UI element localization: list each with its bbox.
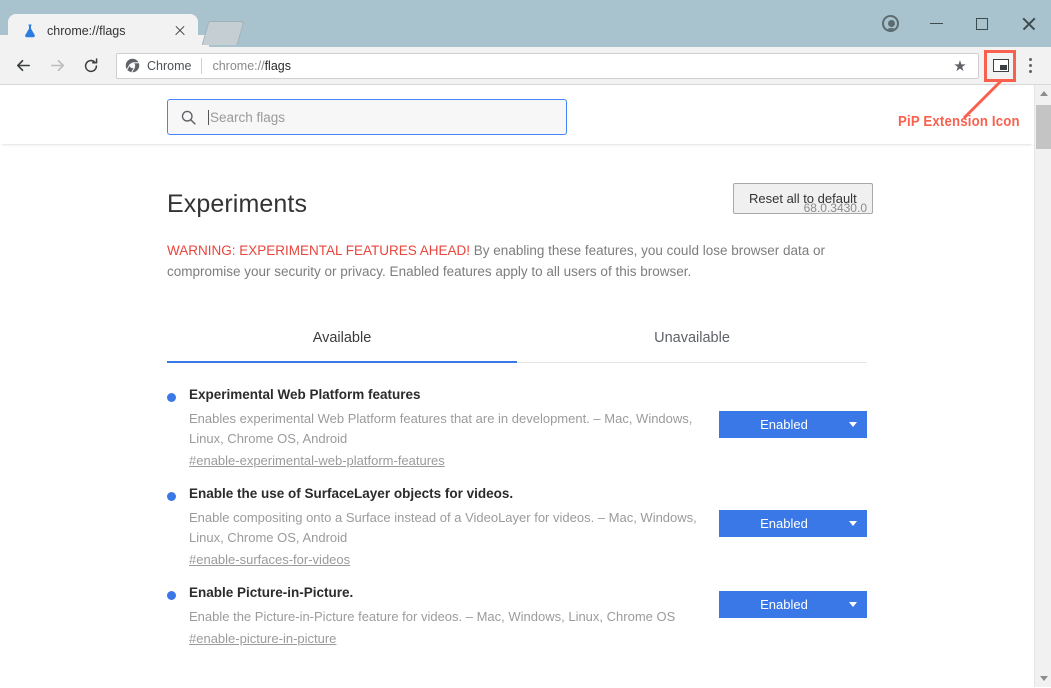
flags-content: Experiments 68.0.3430.0 WARNING: EXPERIM…	[0, 190, 1034, 648]
window-controls	[867, 0, 1051, 47]
forward-arrow-icon	[42, 51, 72, 81]
flag-title: Enable the use of SurfaceLayer objects f…	[189, 486, 514, 501]
warning-message: WARNING: EXPERIMENTAL FEATURES AHEAD! By…	[167, 240, 867, 282]
search-placeholder: Search flags	[210, 109, 286, 125]
security-indicator-label: Chrome	[147, 58, 192, 73]
flag-anchor-link[interactable]: #enable-picture-in-picture	[189, 631, 336, 646]
page-title: Experiments	[167, 190, 308, 218]
page-viewport: Search flags Reset all to default Experi…	[0, 85, 1051, 687]
title-bar: chrome://flags	[0, 0, 1051, 47]
reload-icon[interactable]	[76, 51, 106, 81]
chevron-down-icon	[849, 422, 857, 427]
flag-anchor-link[interactable]: #enable-experimental-web-platform-featur…	[189, 453, 445, 468]
warning-headline: WARNING: EXPERIMENTAL FEATURES AHEAD!	[167, 243, 471, 258]
flag-title: Experimental Web Platform features	[189, 387, 421, 402]
flags-tabs: Available Unavailable	[167, 330, 867, 363]
chrome-version-label: 68.0.3430.0	[803, 201, 867, 215]
experiments-header-row: Experiments 68.0.3430.0	[167, 190, 867, 219]
url-text: chrome://flags	[212, 59, 291, 73]
flag-status-dot	[167, 591, 176, 600]
flag-state-dropdown[interactable]: Enabled	[719, 411, 867, 438]
flag-description: Enables experimental Web Platform featur…	[189, 411, 693, 446]
omnibox-separator	[201, 57, 203, 74]
maximize-button[interactable]	[959, 7, 1005, 41]
flag-state-value: Enabled	[760, 516, 808, 531]
scroll-up-arrow-icon[interactable]	[1035, 85, 1051, 102]
search-icon	[180, 109, 197, 126]
browser-toolbar: Chrome chrome://flags ★	[0, 47, 1051, 85]
flag-state-value: Enabled	[760, 597, 808, 612]
tab-unavailable[interactable]: Unavailable	[517, 330, 867, 362]
active-tab-underline	[167, 360, 517, 363]
flags-page: Search flags Reset all to default Experi…	[0, 85, 1034, 687]
flag-item: Enable the use of SurfaceLayer objects f…	[167, 484, 867, 569]
chevron-down-icon	[849, 602, 857, 607]
chrome-logo-icon	[125, 58, 140, 73]
back-arrow-icon[interactable]	[8, 51, 38, 81]
tab-close-icon[interactable]	[171, 22, 189, 40]
flag-item: Experimental Web Platform features Enabl…	[167, 385, 867, 470]
three-dot-menu-icon[interactable]	[1017, 52, 1043, 80]
flag-status-dot	[167, 393, 176, 402]
flag-title: Enable Picture-in-Picture.	[189, 585, 354, 600]
flag-state-dropdown[interactable]: Enabled	[719, 510, 867, 537]
flask-icon	[22, 23, 38, 39]
address-bar[interactable]: Chrome chrome://flags ★	[116, 52, 979, 79]
scroll-down-arrow-icon[interactable]	[1035, 670, 1051, 687]
new-tab-button[interactable]	[201, 21, 245, 45]
flag-anchor-link[interactable]: #enable-surfaces-for-videos	[189, 552, 350, 567]
flag-description: Enable the Picture-in-Picture feature fo…	[189, 609, 676, 624]
browser-tab[interactable]: chrome://flags	[0, 14, 209, 47]
flags-header-bar: Search flags	[0, 85, 1034, 144]
url-page: flags	[264, 58, 291, 73]
annotation-highlight-box	[984, 50, 1016, 82]
close-window-button[interactable]	[1005, 7, 1051, 41]
url-prefix: chrome://	[212, 58, 265, 73]
text-caret	[208, 109, 209, 125]
flag-description: Enable compositing onto a Surface instea…	[189, 510, 697, 545]
tab-title: chrome://flags	[47, 23, 126, 38]
scrollbar-thumb[interactable]	[1036, 105, 1051, 149]
annotation-label: PiP Extension Icon	[898, 113, 1020, 130]
minimize-button[interactable]	[913, 7, 959, 41]
flag-item: Enable Picture-in-Picture. Enable the Pi…	[167, 583, 867, 648]
flag-state-value: Enabled	[760, 417, 808, 432]
profile-avatar-icon[interactable]	[867, 7, 913, 41]
search-flags-input[interactable]: Search flags	[167, 99, 567, 135]
bookmark-star-icon[interactable]: ★	[950, 56, 970, 76]
flag-state-dropdown[interactable]: Enabled	[719, 591, 867, 618]
browser-window: chrome://flags Chrome chrome://flags ★ S…	[0, 0, 1051, 688]
page-scrollbar[interactable]	[1034, 85, 1051, 687]
flags-list: Experimental Web Platform features Enabl…	[167, 385, 867, 648]
chevron-down-icon	[849, 521, 857, 526]
tab-available[interactable]: Available	[167, 330, 517, 362]
flag-status-dot	[167, 492, 176, 501]
